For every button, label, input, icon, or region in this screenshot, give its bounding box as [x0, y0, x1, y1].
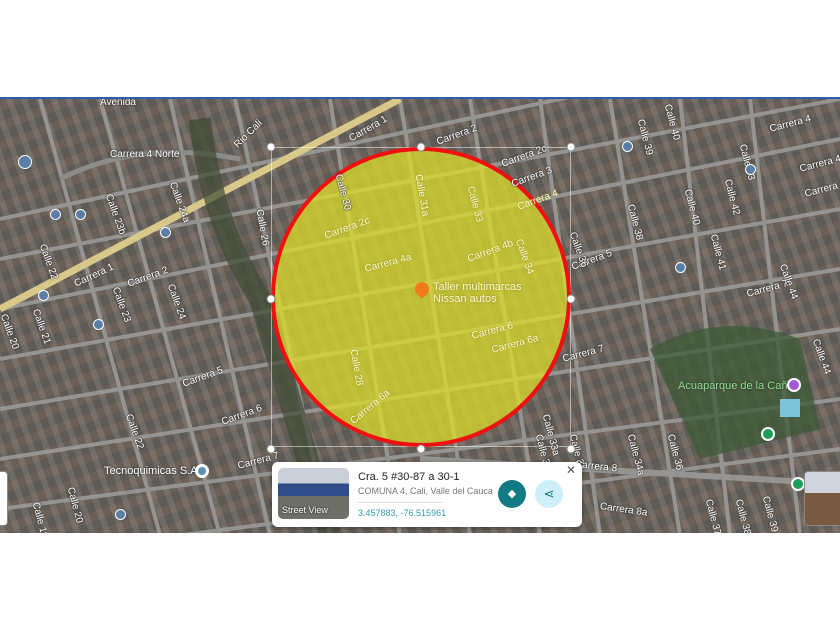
directions-icon: ◆	[507, 488, 517, 500]
resize-handle[interactable]	[566, 444, 576, 454]
place-marker-icon[interactable]	[761, 427, 775, 441]
close-button[interactable]: ✕	[566, 463, 576, 477]
bus-stop-icon[interactable]	[93, 319, 104, 330]
place-marker-icon[interactable]	[791, 477, 805, 491]
street-view-label: Street View	[282, 505, 328, 515]
resize-handle[interactable]	[566, 294, 576, 304]
resize-handle[interactable]	[266, 294, 276, 304]
street-label: Avenida	[100, 97, 136, 108]
resize-handle[interactable]	[566, 142, 576, 152]
street-view-thumbnail[interactable]	[804, 471, 840, 526]
resize-handle[interactable]	[416, 444, 426, 454]
share-button[interactable]: ⋖	[535, 480, 563, 508]
place-marker-icon[interactable]	[195, 464, 209, 478]
place-info-card: Street View Cra. 5 #30-87 a 30-1 COMUNA …	[272, 462, 582, 527]
bus-stop-icon[interactable]	[115, 509, 126, 520]
poi-acuaparque-label[interactable]: Acuaparque de la Caña	[678, 380, 794, 392]
resize-handle[interactable]	[266, 444, 276, 454]
street-view-preview[interactable]: Street View	[278, 468, 349, 519]
poi-taller-label[interactable]: Taller multimarcas Nissan autos	[433, 281, 533, 305]
street-label: Carrera 4 Norte	[110, 149, 180, 160]
directions-button[interactable]: ◆	[498, 480, 526, 508]
poi-tecnoquimicas-label[interactable]: Tecnoquimicas S.A	[104, 465, 198, 477]
address-locality: COMUNA 4, Cali, Valle del Cauca	[358, 486, 493, 496]
coordinates-link[interactable]: 3.457883, -76.515961	[358, 508, 446, 518]
share-icon: ⋖	[543, 486, 555, 501]
bus-stop-icon[interactable]	[160, 227, 171, 238]
bus-stop-icon[interactable]	[75, 209, 86, 220]
school-icon[interactable]	[18, 155, 32, 169]
bus-stop-icon[interactable]	[50, 209, 61, 220]
address-title: Cra. 5 #30-87 a 30-1	[358, 471, 460, 483]
water-park-icon[interactable]	[787, 378, 801, 392]
bus-stop-icon[interactable]	[38, 290, 49, 301]
bus-stop-icon[interactable]	[675, 262, 686, 273]
bus-stop-icon[interactable]	[745, 164, 756, 175]
divider	[358, 502, 442, 503]
bus-stop-icon[interactable]	[622, 141, 633, 152]
side-panel-toggle[interactable]	[0, 471, 8, 526]
resize-handle[interactable]	[266, 142, 276, 152]
resize-handle[interactable]	[416, 142, 426, 152]
